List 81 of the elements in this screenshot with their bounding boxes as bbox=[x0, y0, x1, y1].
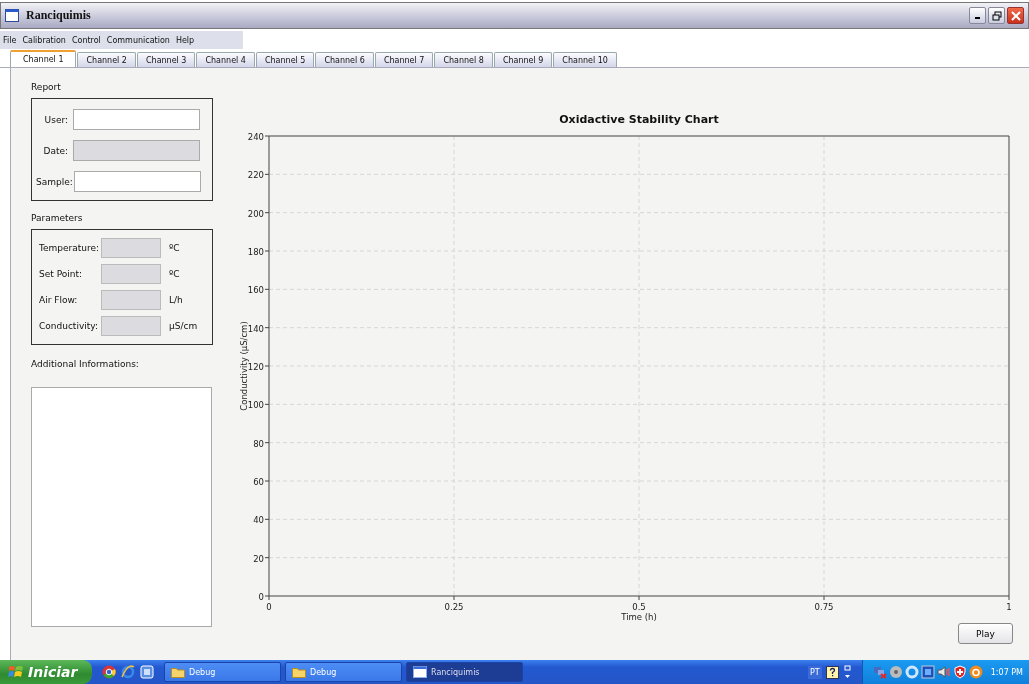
unit-label: µS/cm bbox=[169, 321, 198, 331]
unit-label: ºC bbox=[169, 269, 180, 279]
y-tick-label: 220 bbox=[247, 170, 264, 181]
tab[interactable]: Channel 9 bbox=[493, 52, 553, 67]
group-label: Parameters bbox=[31, 213, 84, 223]
close-icon bbox=[1010, 10, 1021, 21]
taskbar-button[interactable]: Debug bbox=[164, 662, 281, 682]
y-tick-label: 180 bbox=[247, 247, 264, 257]
window-icon bbox=[413, 666, 427, 678]
y-tick-label: 100 bbox=[247, 400, 264, 411]
menu-item[interactable]: Help bbox=[175, 35, 195, 45]
y-tick-label: 140 bbox=[247, 323, 264, 334]
tab[interactable]: Channel 6 bbox=[315, 52, 374, 67]
tab[interactable]: Channel 3 bbox=[136, 52, 196, 67]
menu-item[interactable]: File bbox=[3, 35, 17, 45]
y-tick-label: 0 bbox=[258, 592, 264, 602]
y-tick-label: 20 bbox=[253, 553, 264, 564]
field-label: Temperature: bbox=[39, 243, 96, 253]
tab[interactable]: Channel 2 bbox=[77, 52, 136, 67]
window-title: Ranciquimis bbox=[26, 8, 92, 23]
menu-item[interactable]: Control bbox=[71, 35, 101, 45]
menu-item[interactable]: Communication bbox=[106, 35, 170, 45]
monitor-icon[interactable] bbox=[920, 665, 935, 679]
field-label: Air Flow: bbox=[39, 295, 79, 305]
field-label: Conductivity: bbox=[39, 321, 96, 331]
folder-icon bbox=[292, 666, 306, 678]
close-button[interactable] bbox=[1007, 7, 1024, 24]
options-icon[interactable] bbox=[842, 665, 852, 679]
y-tick-label: 160 bbox=[247, 285, 264, 296]
tab[interactable]: Channel 4 bbox=[196, 52, 255, 67]
tab[interactable]: Channel 5 bbox=[255, 52, 315, 67]
start-button[interactable]: Iniciar bbox=[0, 660, 92, 684]
minimize-button[interactable] bbox=[969, 7, 986, 24]
y-tick-label: 80 bbox=[253, 438, 264, 449]
restore-icon bbox=[991, 10, 1002, 21]
x-tick-label: 1 bbox=[1006, 602, 1012, 612]
field-label: User: bbox=[43, 114, 68, 125]
folder-icon bbox=[171, 666, 185, 678]
y-axis-label: Conductivity (µS/cm) bbox=[239, 321, 249, 411]
y-tick-label: 40 bbox=[253, 515, 264, 526]
group-label: Report bbox=[31, 82, 62, 92]
x-tick-label: 0.25 bbox=[444, 602, 464, 612]
taskbar-button[interactable]: Debug bbox=[285, 662, 402, 682]
y-tick-label: 60 bbox=[253, 477, 264, 487]
clock: 1:07 PM bbox=[990, 667, 1023, 677]
taskbar-button[interactable]: Ranciquimis bbox=[406, 662, 523, 682]
tab[interactable]: Channel 10 bbox=[553, 52, 617, 67]
tab[interactable]: Channel 8 bbox=[434, 52, 493, 67]
language-indicator[interactable]: PT bbox=[808, 665, 822, 679]
x-tick-label: 0 bbox=[266, 602, 272, 612]
y-tick-label: 200 bbox=[247, 208, 264, 219]
help-icon[interactable] bbox=[825, 665, 839, 679]
network-icon[interactable] bbox=[872, 665, 887, 679]
flag-icon bbox=[8, 665, 24, 679]
tab[interactable]: Channel 1 bbox=[10, 50, 77, 67]
chart-title: Oxidactive Stability Chart bbox=[559, 113, 719, 126]
restore-button[interactable] bbox=[988, 7, 1005, 24]
browser-icon[interactable] bbox=[102, 665, 116, 679]
ring-icon[interactable] bbox=[904, 665, 919, 679]
play-button[interactable]: Play bbox=[958, 623, 1013, 644]
y-tick-label: 240 bbox=[247, 132, 264, 142]
y-tick-label: 120 bbox=[247, 362, 264, 372]
input-field[interactable] bbox=[74, 171, 201, 192]
menu-item[interactable]: Calibration bbox=[22, 35, 66, 45]
update-icon[interactable] bbox=[968, 665, 983, 679]
field-label: Set Point: bbox=[39, 269, 84, 279]
unit-label: L/h bbox=[169, 295, 183, 305]
browser-icon[interactable] bbox=[121, 665, 135, 679]
unit-label: ºC bbox=[169, 243, 180, 253]
x-tick-label: 0.5 bbox=[632, 602, 646, 612]
x-tick-label: 0.75 bbox=[814, 602, 834, 612]
field-label: Date: bbox=[42, 145, 68, 156]
window-icon bbox=[5, 9, 19, 22]
tab[interactable]: Channel 7 bbox=[374, 52, 434, 67]
input-field[interactable] bbox=[73, 109, 200, 130]
desktop-icon[interactable] bbox=[140, 665, 154, 679]
shield-icon[interactable] bbox=[952, 665, 967, 679]
field-label: Additional Informations: bbox=[31, 359, 140, 369]
disc-icon[interactable] bbox=[888, 665, 903, 679]
x-axis-label: Time (h) bbox=[621, 612, 657, 622]
speaker-icon[interactable] bbox=[936, 665, 951, 679]
